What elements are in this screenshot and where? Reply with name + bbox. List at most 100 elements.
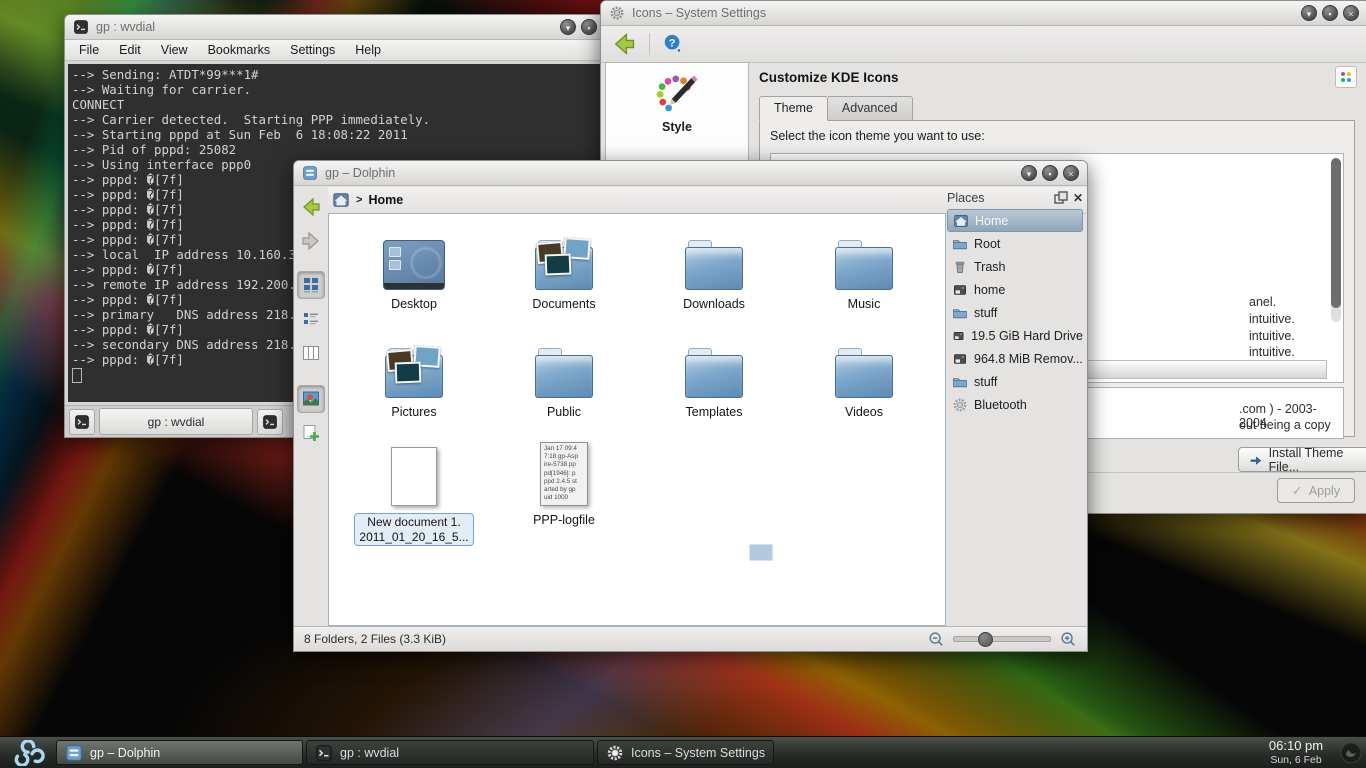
detach-panel-icon[interactable] [1053,190,1069,206]
terminal-titlebar[interactable]: gp : wvdial ▾ ▪ [65,15,605,40]
places-item[interactable]: 19.5 GiB Hard Drive [947,324,1083,347]
file-item-new-document[interactable]: New document 1. 2011_01_20_16_5... [341,440,487,546]
overview-grid-icon[interactable] [1335,66,1357,88]
folder-item[interactable]: Downloads [641,224,787,311]
breadcrumb-separator: > [356,194,362,206]
places-item[interactable]: Root [947,232,1083,255]
photo-folder-icon [385,332,443,398]
drive-icon [952,328,965,344]
file-item-ppp-logfile[interactable]: Jan 17 09:47:18 gp-Aspire-5738 pppd[1946… [491,440,637,527]
settings-titlebar[interactable]: Icons – System Settings ▾ ▪ × [601,1,1366,26]
folder-item[interactable]: Templates [641,332,787,419]
home-folder-icon[interactable] [332,191,350,209]
taskbar-task[interactable]: gp : wvdial [306,740,594,765]
columns-view-button[interactable] [297,339,325,367]
close-button[interactable]: × [1343,5,1359,21]
taskbar-task[interactable]: gp – Dolphin [56,740,303,765]
places-item-label: 19.5 GiB Hard Drive [971,329,1083,343]
close-panel-icon[interactable]: ✕ [1073,191,1083,205]
folder-item[interactable]: Documents [491,224,637,311]
places-item[interactable]: stuff [947,301,1083,324]
taskbar-task[interactable]: Icons – System Settings [597,740,774,765]
minimize-button[interactable]: ▾ [1021,165,1037,181]
menu-item[interactable]: Bookmarks [208,43,271,57]
desktop: gp : wvdial ▾ ▪ File Edit View Bookmarks Set… [0,0,1366,768]
places-item-label: Trash [974,260,1006,274]
breadcrumb-home[interactable]: Home [368,193,403,207]
icons-view-button[interactable] [297,271,325,299]
text-preview-icon: Jan 17 09:47:18 gp-Aspire-5738 pppd[1946… [540,440,588,506]
terminal-title: gp : wvdial [96,20,155,34]
menu-item[interactable]: View [161,43,188,57]
tab-advanced[interactable]: Advanced [828,96,913,121]
dolphin-titlebar[interactable]: gp – Dolphin ▾ ▪ × [294,161,1087,186]
folder-item[interactable]: Music [791,224,937,311]
terminal-tab[interactable]: gp : wvdial [99,408,253,435]
app-launcher-button[interactable] [0,737,56,768]
zoom-out-icon[interactable] [927,630,945,648]
list-scrollbar[interactable] [1331,158,1341,322]
back-icon [300,196,322,218]
folder-label: Documents [532,297,595,311]
description-line: out being a copy [1239,418,1331,432]
minimize-button[interactable]: ▾ [1301,5,1317,21]
stray-thumbnail [749,544,773,561]
places-item[interactable]: 964.8 MiB Remov... [947,347,1083,370]
plain-folder-icon [685,332,743,398]
dolphin-file-view[interactable]: Desktop Documents Downloads [328,213,946,626]
places-item[interactable]: Trash [947,255,1083,278]
trash-icon [952,259,968,275]
forward-button[interactable] [297,227,325,255]
back-icon[interactable] [611,31,637,57]
maximize-button[interactable]: ▪ [1322,5,1338,21]
minimize-button[interactable]: ▾ [560,19,576,35]
scrollbar-thumb[interactable] [1331,158,1341,308]
sidebar-item-style[interactable]: Style [606,63,748,142]
places-item[interactable]: Home [947,209,1083,232]
tab-theme[interactable]: Theme [759,96,828,121]
file-grid: Desktop Documents Downloads [329,214,945,625]
maximize-button[interactable]: ▪ [581,19,597,35]
new-tab-button[interactable] [69,409,95,435]
folder-item[interactable]: Desktop [341,224,487,311]
terminal-line: CONNECT [72,97,602,112]
folder-item[interactable]: Public [491,332,637,419]
install-theme-button[interactable]: Install Theme File... [1238,447,1366,472]
help-icon[interactable]: ? [662,33,684,55]
folder-item[interactable]: Pictures [341,332,487,419]
zoom-in-icon[interactable] [1059,630,1077,648]
menu-item[interactable]: Settings [290,43,335,57]
terminal-line: --> Starting pppd at Sun Feb 6 18:08:22 … [72,127,602,142]
folder-item[interactable]: Videos [791,332,937,419]
columns-view-icon [301,343,321,363]
settings-toolbar: ? [601,26,1366,63]
maximize-button[interactable]: ▪ [1042,165,1058,181]
task-label: Icons – System Settings [631,746,765,760]
close-tab-button[interactable] [257,409,283,435]
details-view-button[interactable] [297,305,325,333]
menu-item[interactable]: Help [355,43,381,57]
places-item[interactable]: stuff [947,370,1083,393]
menu-item[interactable]: Edit [119,43,141,57]
zoom-slider[interactable] [953,636,1051,642]
clock[interactable]: 06:10 pm Sun, 6 Feb [1260,739,1332,766]
places-item[interactable]: home [947,278,1083,301]
panel-toolbox-cashew[interactable] [1336,737,1366,768]
menu-item[interactable]: File [79,43,99,57]
taskbar: gp – Dolphin gp : wvdial Icons – System … [0,736,1366,768]
split-view-button[interactable] [297,419,325,447]
gear-icon-light [606,744,624,762]
close-button[interactable]: × [1063,165,1079,181]
zoom-slider-handle[interactable] [978,632,993,647]
gear-icon [952,397,968,413]
places-header: Places [947,191,985,205]
settings-title: Icons – System Settings [632,6,766,20]
preview-button[interactable] [297,385,325,413]
terminal-line: --> Sending: ATDT*99***1# [72,67,602,82]
preview-text-line: ppd 2.4.5 st [544,478,585,486]
dolphin-icon [302,165,318,181]
apply-button[interactable]: ✓ Apply [1277,478,1355,503]
back-button[interactable] [297,193,325,221]
places-item[interactable]: Bluetooth [947,393,1083,416]
folder-label: Videos [845,405,883,419]
